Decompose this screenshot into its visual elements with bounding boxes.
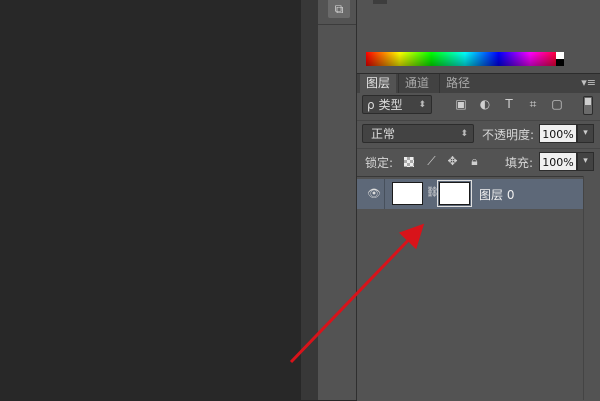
arrow-line xyxy=(289,223,425,364)
annotation-arrow xyxy=(289,223,425,364)
